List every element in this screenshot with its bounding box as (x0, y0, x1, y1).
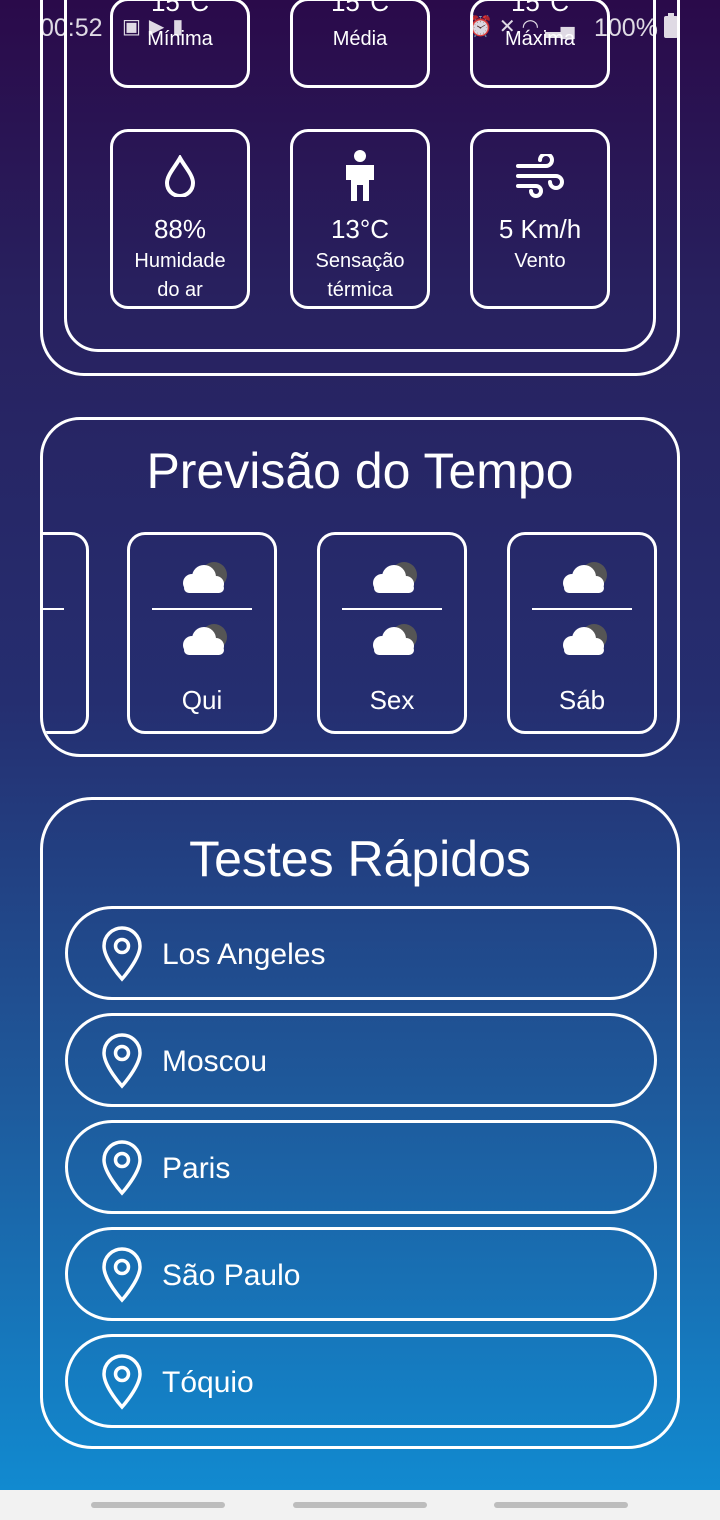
city-button-los-angeles[interactable]: Los Angeles (65, 906, 657, 1000)
cloud-icon (554, 559, 614, 604)
forecast-card-thu[interactable]: Qui (127, 532, 277, 734)
forecast-divider (43, 608, 64, 610)
min-temperature-tile: 15°C Mínima (110, 0, 250, 88)
city-button-paris[interactable]: Paris (65, 1120, 657, 1214)
location-pin-icon (100, 1353, 144, 1416)
forecast-divider (342, 608, 442, 610)
city-button-toquio[interactable]: Tóquio (65, 1334, 657, 1428)
location-pin-icon (100, 1032, 144, 1095)
forecast-day-label: Sáb (558, 685, 606, 715)
forecast-title: Previsão do Tempo (146, 443, 574, 499)
max-temperature-label: Máxima (504, 28, 575, 50)
nav-back-button[interactable] (494, 1502, 628, 1508)
location-pin-icon (100, 1246, 144, 1309)
cloud-icon (174, 621, 234, 666)
city-button-sao-paulo[interactable]: São Paulo (65, 1227, 657, 1321)
forecast-card-fri[interactable]: Sex (317, 532, 467, 734)
forecast-day-label: Qui (181, 685, 223, 715)
wind-tile: 5 Km/h Vento (470, 129, 610, 309)
avg-temperature-label: Média (332, 28, 388, 50)
wind-label: Vento (514, 250, 566, 272)
forecast-day-label: Sex (369, 685, 415, 715)
nav-home-button[interactable] (293, 1502, 427, 1508)
person-icon (293, 146, 427, 206)
wind-value: 5 Km/h (498, 214, 582, 244)
feels-like-label-line1: Sensação (315, 250, 405, 272)
humidity-tile: 88% Humidade do ar (110, 129, 250, 309)
cloud-icon (364, 559, 424, 604)
location-pin-icon (100, 1139, 144, 1202)
cloud-icon (174, 559, 234, 604)
city-name: Moscou (162, 1045, 268, 1078)
forecast-divider (532, 608, 632, 610)
feels-like-tile: 13°C Sensação térmica (290, 129, 430, 309)
city-name: São Paulo (162, 1259, 301, 1292)
wind-icon (473, 146, 607, 206)
water-drop-icon (113, 146, 247, 206)
system-navigation-bar (0, 1490, 720, 1520)
min-temperature-value: 15°C (150, 0, 210, 17)
quick-tests-panel: Testes Rápidos Los Angeles Moscou Paris … (40, 797, 680, 1449)
feels-like-value: 13°C (330, 214, 390, 244)
city-name: Los Angeles (162, 938, 326, 971)
humidity-value: 88% (153, 214, 207, 244)
location-pin-icon (100, 925, 144, 988)
cloud-icon (364, 621, 424, 666)
max-temperature-tile: 15°C Máxima (470, 0, 610, 88)
forecast-card-partial[interactable] (43, 532, 89, 734)
max-temperature-value: 15°C (510, 0, 570, 17)
forecast-panel: Previsão do Tempo Qui Sex Sáb (40, 417, 680, 757)
forecast-divider (152, 608, 252, 610)
city-button-moscou[interactable]: Moscou (65, 1013, 657, 1107)
min-temperature-label: Mínima (147, 28, 213, 50)
avg-temperature-value: 15°C (330, 0, 390, 17)
city-name: Tóquio (162, 1366, 254, 1399)
humidity-label-line2: do ar (157, 279, 203, 301)
nav-recents-button[interactable] (91, 1502, 225, 1508)
city-name: Paris (162, 1152, 231, 1185)
feels-like-label-line2: térmica (327, 279, 393, 301)
forecast-card-sat[interactable]: Sáb (507, 532, 657, 734)
avg-temperature-tile: 15°C Média (290, 0, 430, 88)
quick-tests-title: Testes Rápidos (189, 831, 531, 887)
cloud-icon (554, 621, 614, 666)
humidity-label-line1: Humidade (134, 250, 226, 272)
